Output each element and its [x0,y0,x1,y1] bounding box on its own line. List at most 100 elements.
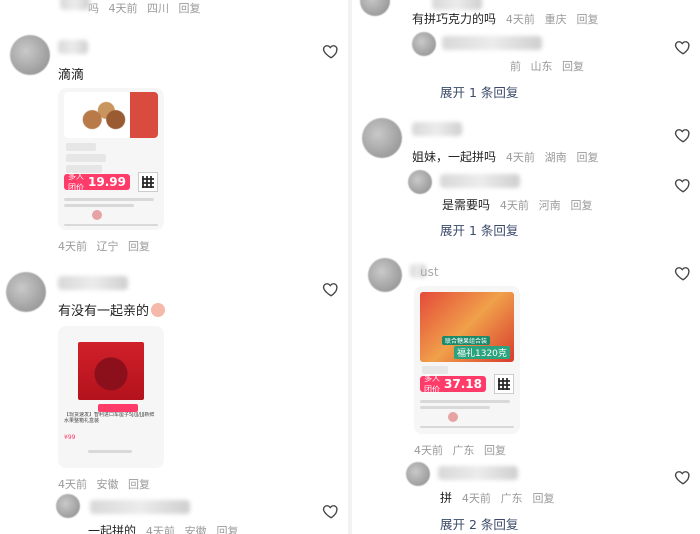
product-footer-line [420,426,514,428]
comment-location: 重庆 [544,13,567,26]
group-price-bar: 多人团价 19.99 [64,172,130,192]
comment-time: 4天前 [499,199,529,212]
comment-location: 辽宁 [96,240,119,253]
comment-time: 4天前 [461,492,491,505]
heart-outline-icon[interactable] [674,468,692,486]
heart-outline-icon[interactable] [674,176,692,194]
comment-meta: 吗 4天前 四川 回复 [88,0,207,16]
comment-meta: 是需要吗 4天前 河南 回复 [442,196,599,213]
comment-meta: 一起拼的 4天前 安徽 回复 [88,522,245,534]
product-tag [66,143,96,151]
reply-button[interactable]: 回复 [128,240,150,253]
product-desc-line [64,204,134,207]
comment-text: 是需要吗 [442,198,491,212]
reply-button[interactable]: 回复 [577,13,599,26]
avatar[interactable] [412,32,436,56]
heart-outline-icon[interactable] [674,126,692,144]
comment-time: 4天前 [414,444,443,457]
avatar[interactable] [406,462,430,486]
product-image [64,92,158,138]
username-blurred[interactable] [438,466,518,480]
product-desc-line [420,406,490,409]
qr-code [494,374,514,394]
heart-outline-icon[interactable] [322,42,340,60]
comment-text: 一起拼的 [88,524,137,534]
comment-location: 安徽 [184,525,207,534]
heart-outline-icon[interactable] [674,38,692,56]
product-subbanner: 联合糖果组合装 [442,336,491,345]
product-card[interactable]: 联合糖果组合装 福礼1320克 多人团价 37.18 [414,286,520,434]
username[interactable]: ust [420,265,439,279]
comment-meta: 拼 4天前 广东 回复 [440,489,561,506]
username-blurred[interactable] [90,500,190,514]
reply-button[interactable]: 回复 [533,492,555,505]
left-comment-column: 吗 4天前 四川 回复 滴滴 多人团价 19.99 4天前 辽宁 回复 有没有一… [0,0,348,534]
reply-button[interactable]: 回复 [484,444,506,457]
buyer-avatar [448,412,458,422]
pig-emoji-icon [151,303,166,317]
comment-time-partial: 前 [510,60,521,73]
reply-button[interactable]: 回复 [577,151,599,164]
avatar[interactable] [6,272,46,312]
comment-text: 拼 [440,491,453,505]
comment-meta: 前 山东 回复 [510,58,590,74]
comment-location: 安徽 [96,478,119,491]
comment-location: 山东 [530,60,553,73]
comment-location: 湖南 [544,151,567,164]
username-blurred[interactable] [442,36,542,50]
reply-button[interactable]: 回复 [179,2,201,15]
avatar[interactable] [408,170,432,194]
username-blurred[interactable] [58,40,88,54]
comment-time: 4天前 [58,478,87,491]
product-card[interactable]: 【现货速发】智利进口车厘子5J/JJ/JJJ新鲜水果整箱礼盒装 ¥99 [58,326,164,468]
username-blurred[interactable] [412,122,462,136]
product-footer-line [64,224,158,226]
expand-replies-button[interactable]: 展开 1 条回复 [440,82,518,101]
product-desc-line [420,400,510,403]
group-price-bar: 多人团价 37.18 [420,374,486,394]
heart-outline-icon[interactable] [674,264,692,282]
product-card[interactable]: 多人团价 19.99 [58,88,164,230]
product-icons-row [88,450,132,453]
reply-button[interactable]: 回复 [571,199,593,212]
reply-button[interactable]: 回复 [217,525,239,534]
product-title: 【现货速发】智利进口车厘子5J/JJ/JJJ新鲜水果整箱礼盒装 [64,412,155,424]
expand-replies-button[interactable]: 展开 2 条回复 [440,514,518,533]
comment-time: 4天前 [505,151,535,164]
comment-time: 4天前 [108,2,138,15]
username-blurred [60,0,90,10]
comment-text-content: 有没有一起亲的 [58,304,150,319]
comment-time: 4天前 [505,13,535,26]
product-banner: 福礼1320克 [454,346,510,359]
avatar[interactable] [56,494,80,518]
avatar[interactable] [362,118,402,158]
avatar[interactable] [360,0,390,16]
username-blurred[interactable] [440,174,520,188]
comment-meta: 有拼巧克力的吗 4天前 重庆 回复 [412,10,605,27]
username-blurred[interactable] [58,276,128,290]
comment-meta: 4天前 辽宁 回复 [58,238,156,254]
right-comment-column: 有拼巧克力的吗 4天前 重庆 回复 前 山东 回复 展开 1 条回复 姐妹，一起… [352,0,700,534]
avatar[interactable] [10,35,50,75]
comment-time: 4天前 [145,525,175,534]
comment-location: 广东 [500,492,523,505]
reply-button[interactable]: 回复 [128,478,150,491]
comment-meta: 4天前 广东 回复 [414,442,512,458]
avatar[interactable] [368,258,402,292]
comment-location: 广东 [452,444,475,457]
expand-replies-button[interactable]: 展开 1 条回复 [440,220,518,239]
product-desc-line [64,198,154,201]
username-blurred[interactable] [432,0,482,10]
product-price: ¥99 [64,434,76,441]
qr-code [138,172,158,192]
price-value: 37.18 [444,377,482,391]
comment-meta: 姐妹，一起拼吗 4天前 湖南 回复 [412,148,605,165]
comment-time: 4天前 [58,240,87,253]
heart-outline-icon[interactable] [322,280,340,298]
price-value: 19.99 [88,175,126,189]
product-badge [98,404,138,412]
reply-button[interactable]: 回复 [562,60,584,73]
heart-outline-icon[interactable] [322,502,340,520]
comment-text: 姐妹，一起拼吗 [412,150,497,164]
buyer-avatar [92,210,102,220]
